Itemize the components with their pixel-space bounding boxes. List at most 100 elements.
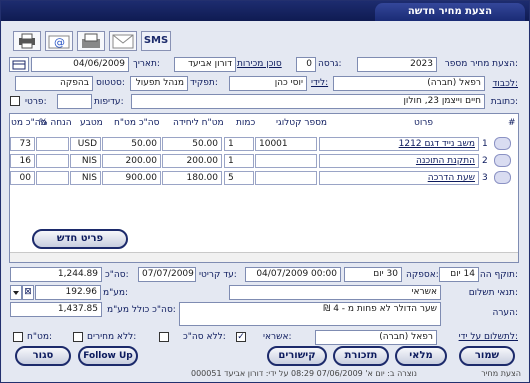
row-grand: 00 <box>10 171 35 185</box>
role-field[interactable]: מנהל תפעול <box>130 76 188 91</box>
edit-row-icon[interactable] <box>494 137 511 150</box>
row-discount[interactable] <box>36 154 69 168</box>
total-label: סה"כ כולל מע"מ: <box>107 305 176 315</box>
supply-days-field[interactable]: 30 יום <box>344 267 402 282</box>
footer-label: הצעת מחיר <box>481 369 521 378</box>
follow-up-button[interactable]: Follow Up <box>78 346 138 366</box>
pay-for-label[interactable]: לתשלום על ידי: <box>459 332 518 342</box>
address-field[interactable]: חיים וייצמן 23, חולון <box>131 94 485 109</box>
row-unit[interactable]: 200.00 <box>162 154 222 168</box>
row-total: 200.00 <box>102 154 161 168</box>
col-desc: פרוט <box>414 118 433 128</box>
vat-dropdown-arrow[interactable] <box>10 285 22 300</box>
private-checkbox[interactable] <box>10 96 20 106</box>
row-desc[interactable]: שעת הדרכה <box>319 171 479 185</box>
supply-label: אספקה: <box>406 270 439 280</box>
status-label: סטטוס: <box>96 78 125 88</box>
row-grand: 16 <box>10 154 35 168</box>
col-grand: סה"כ מט <box>11 118 47 128</box>
envelope-icon[interactable] <box>109 31 137 51</box>
reminder-button[interactable]: תזכורת <box>333 346 389 366</box>
row-number: 3 <box>482 173 488 183</box>
svg-text:@: @ <box>54 36 65 49</box>
agent-label[interactable]: סוכן מכירות <box>237 59 282 69</box>
row-grand: 73 <box>10 137 35 151</box>
contact-field[interactable]: יוסי כהן <box>229 76 307 91</box>
supply-date-field[interactable]: 04/07/2009 00:00 <box>245 267 341 282</box>
no-vat-label: ללא סה"כ: <box>183 332 226 342</box>
record-meta: 000051 נוצרה ב: יום א' 07/06/2009 08:29 … <box>191 369 417 378</box>
note-field[interactable]: שער הדולר לא פחות מ - 4 ₪ <box>179 302 441 326</box>
links-button[interactable]: קישורים <box>267 346 327 366</box>
row-total: 900.00 <box>102 171 161 185</box>
save-button[interactable]: שמור <box>459 346 515 366</box>
row-total: 50.00 <box>102 137 161 151</box>
customer-label[interactable]: לכבוד: <box>493 79 519 89</box>
pay-for-field[interactable]: רפאל (חברה) <box>315 330 437 345</box>
role-label: תפקיד: <box>190 78 218 88</box>
col-catalog: מספר קטלוגי <box>276 118 328 128</box>
row-catalog[interactable] <box>255 171 317 185</box>
row-desc[interactable]: התקנת התוכנה <box>319 154 479 168</box>
row-catalog[interactable] <box>255 154 317 168</box>
until-date-field[interactable]: 07/07/2009 <box>138 267 196 282</box>
version-field[interactable]: 0 <box>296 57 316 72</box>
agent-field[interactable]: דורון אביעד <box>174 57 236 72</box>
print-icon[interactable] <box>13 31 41 51</box>
row-currency[interactable]: NIS <box>70 171 101 185</box>
validity-field[interactable]: 14 יום <box>439 267 479 282</box>
vat-field: 192.96 <box>35 285 101 300</box>
priority-label: עדיפות: <box>94 97 124 107</box>
no-prices-checkbox[interactable] <box>73 332 83 342</box>
vat-label: מע"מ: <box>103 288 129 298</box>
close-button[interactable]: סגור <box>15 346 71 366</box>
row-unit[interactable]: 180.00 <box>162 171 222 185</box>
row-qty[interactable]: 1 <box>224 137 254 151</box>
row-discount[interactable] <box>36 137 69 151</box>
offer-no-label: הצעת מחיר מספר: <box>444 59 518 69</box>
window-title: הצעת מחיר חדשה <box>375 3 525 21</box>
no-vat-checkbox[interactable] <box>159 332 169 342</box>
row-desc[interactable]: משב נייד דגם 1212 <box>319 137 479 151</box>
subtotal-field: 1,244.89 <box>10 267 102 282</box>
contact-label[interactable]: לידי: <box>311 78 328 88</box>
fx-checkbox[interactable] <box>13 332 23 342</box>
row-qty[interactable]: 1 <box>224 154 254 168</box>
subtotal-label: סה"כ: <box>105 270 129 280</box>
row-currency[interactable]: NIS <box>70 154 101 168</box>
fax-icon[interactable] <box>77 31 105 51</box>
col-unit: מט"ח ליחידה <box>173 118 224 128</box>
row-number: 1 <box>482 139 488 149</box>
private-label: פרטי: <box>25 97 47 107</box>
row-unit[interactable]: 50.00 <box>162 137 222 151</box>
row-catalog[interactable]: 10001 <box>255 137 317 151</box>
offer-no-field[interactable]: 2023 <box>357 57 437 72</box>
row-qty[interactable]: 5 <box>224 171 254 185</box>
edit-row-icon[interactable] <box>494 154 511 167</box>
credit-checkbox[interactable]: ✓ <box>236 332 246 342</box>
sms-icon[interactable]: SMS <box>141 31 171 51</box>
total-field: 1,437.85 <box>10 302 102 317</box>
vat-type-field[interactable]: ⊠ <box>22 285 34 300</box>
priority-field[interactable] <box>57 94 92 109</box>
sms-label: SMS <box>143 35 169 46</box>
row-currency[interactable]: USD <box>70 137 101 151</box>
customer-field[interactable]: רפאל (חברה) <box>333 76 485 91</box>
col-qty: כמות <box>236 118 256 128</box>
date-field[interactable]: 04/06/2009 <box>31 57 129 72</box>
new-item-button[interactable]: פריט חדש <box>32 229 128 249</box>
calendar-icon[interactable] <box>9 57 29 72</box>
edit-row-icon[interactable] <box>494 171 511 184</box>
row-number: 2 <box>482 156 488 166</box>
payment-label: תנאי תשלום: <box>468 288 518 298</box>
status-field[interactable]: בהפקה <box>15 76 93 91</box>
address-label: כתובת: <box>490 97 518 107</box>
inventory-button[interactable]: מלאי <box>395 346 447 366</box>
grid-horizontal-scrollbar[interactable] <box>10 252 518 262</box>
payment-field[interactable]: אשראי <box>229 285 441 300</box>
note-label: הערה: <box>492 308 518 318</box>
date-label: תאריך: <box>133 59 160 69</box>
row-discount[interactable] <box>36 171 69 185</box>
quote-window: הצעת מחיר חדשה @ SMS הצעת מחיר מספר: 202… <box>0 0 530 383</box>
email-icon[interactable]: @ <box>45 31 73 51</box>
